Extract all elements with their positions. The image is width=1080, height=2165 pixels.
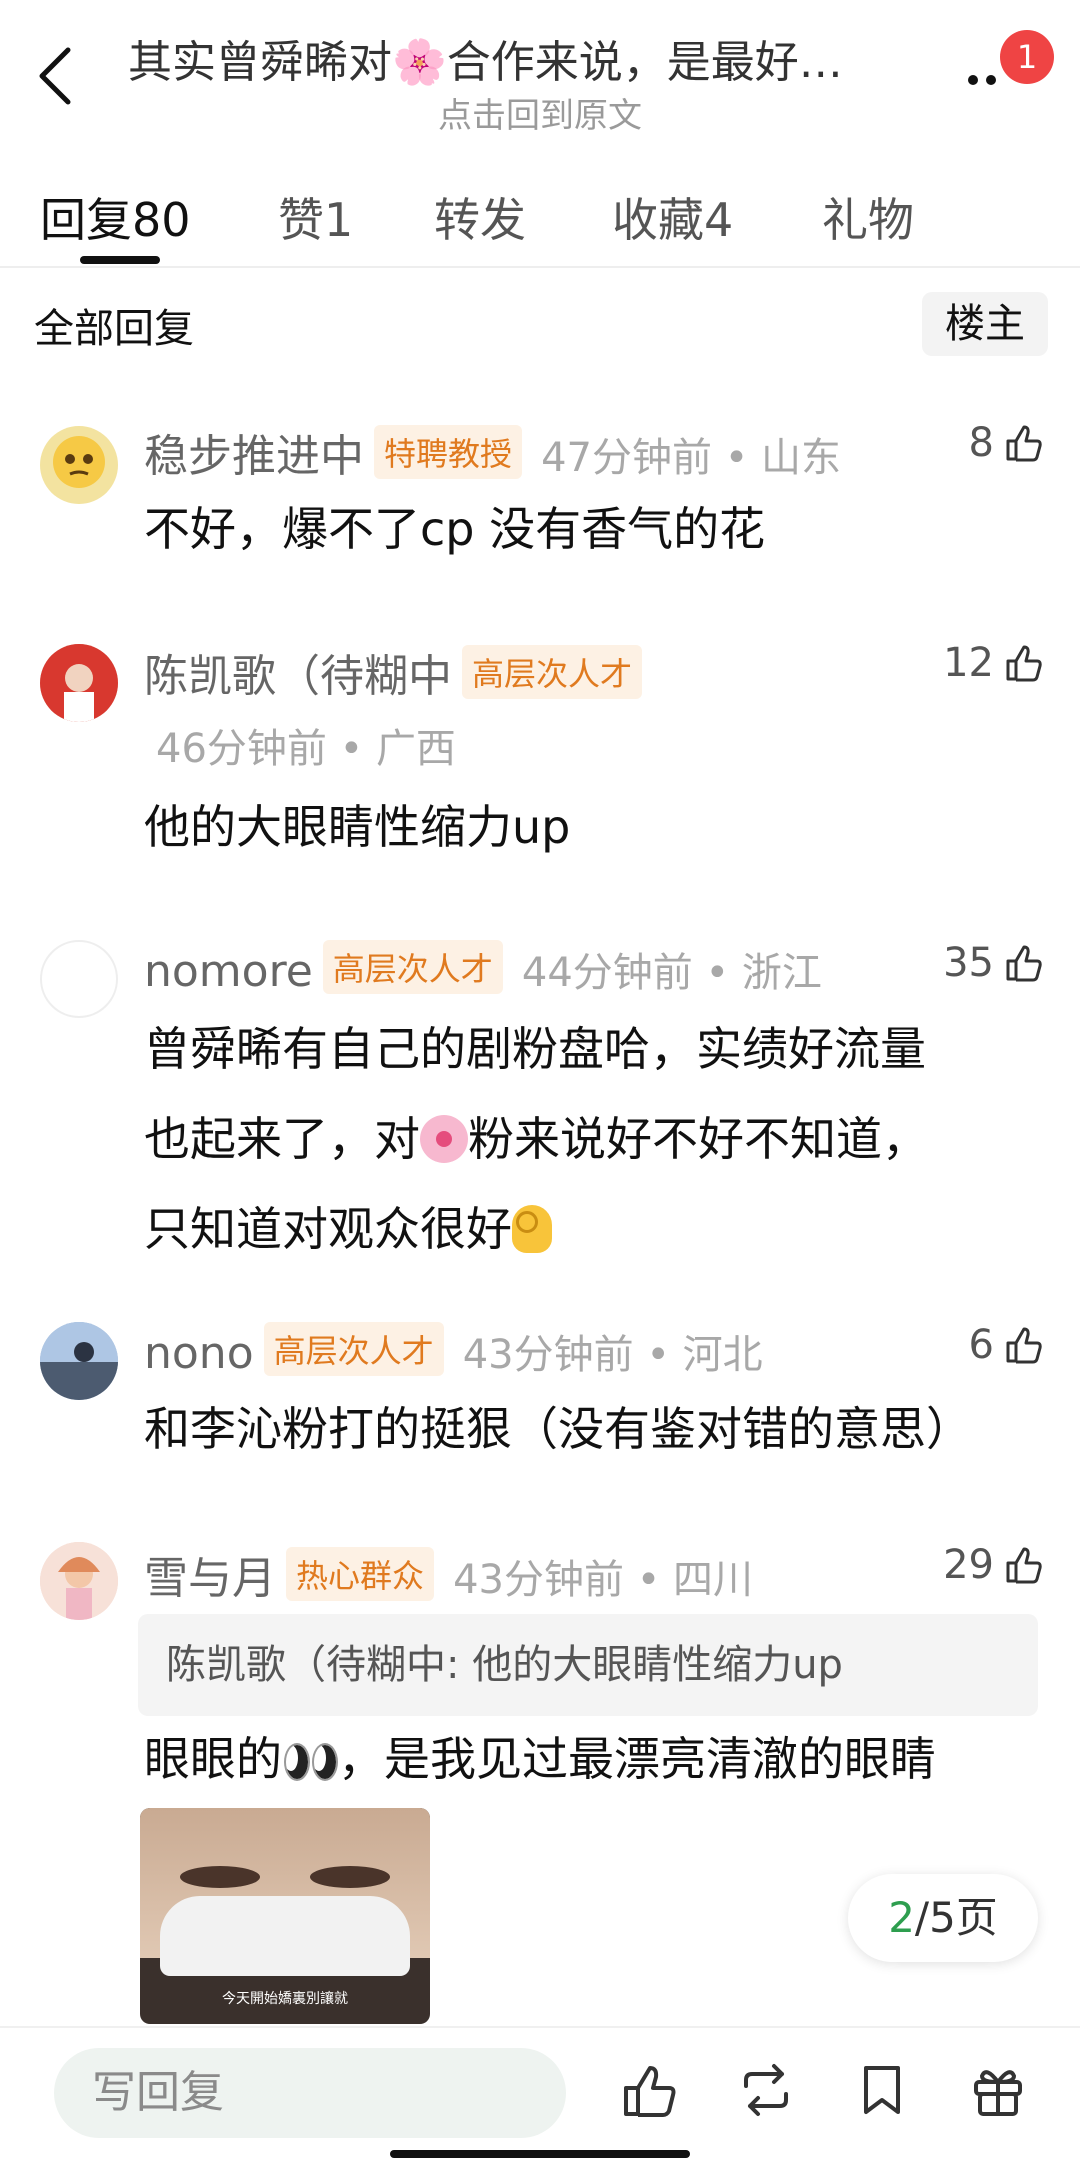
like-count: 6 <box>968 1322 994 1368</box>
tab-gifts[interactable]: 礼物 <box>822 184 914 250</box>
timestamp: 43分钟前 <box>453 1557 625 1603</box>
thumbs-up-icon[interactable] <box>618 2058 682 2122</box>
comment-text-line: 也起来了，对 粉来说好不好不知道， <box>144 1094 1024 1184</box>
avatar[interactable] <box>40 426 118 504</box>
reply-input[interactable]: 写回复 <box>54 2048 566 2138</box>
tab-likes[interactable]: 赞1 <box>278 184 353 250</box>
timestamp: 43分钟前 <box>462 1332 634 1378</box>
thumbs-up-icon <box>1006 1547 1042 1584</box>
user-tag: 特聘教授 <box>374 425 523 479</box>
timestamp: 47分钟前 <box>541 435 713 481</box>
tab-favorites[interactable]: 收藏4 <box>612 184 733 250</box>
like-button[interactable]: 29 <box>943 1542 1046 1588</box>
back-to-original-link[interactable]: 点击回到原文 <box>0 88 1080 137</box>
username[interactable]: 陈凯歌（待糊中 <box>144 651 452 702</box>
comment-text: 和李沁粉打的挺狠（没有鉴对错的意思） <box>144 1402 972 1456</box>
like-count: 35 <box>943 940 994 986</box>
quoted-reply[interactable]: 陈凯歌（待糊中: 他的大眼睛性缩力up <box>138 1614 1038 1716</box>
ok-hand-icon <box>512 1205 552 1253</box>
like-count: 8 <box>968 420 994 466</box>
like-count: 12 <box>943 640 994 686</box>
eyes-icon <box>282 1739 338 1783</box>
current-page: 2 <box>888 1893 915 1942</box>
timestamp: 46分钟前 <box>156 726 327 772</box>
comment-text: 不好，爆不了cp 没有香气的花 <box>144 502 766 556</box>
location: 山东 <box>761 435 842 481</box>
user-tag: 高层次人才 <box>322 940 503 994</box>
text-fragment: 只知道对观众很好 <box>144 1202 512 1256</box>
comment-text: 他的大眼睛性缩力up <box>144 800 571 854</box>
gift-icon[interactable] <box>966 2058 1030 2122</box>
like-button[interactable]: 6 <box>969 1322 1046 1368</box>
user-tag: 热心群众 <box>286 1547 435 1601</box>
username[interactable]: 雪与月 <box>144 1553 276 1604</box>
like-button[interactable]: 8 <box>969 420 1046 466</box>
tab-replies[interactable]: 回复80 <box>40 184 191 250</box>
comment-text-line: 只知道对观众很好 <box>144 1184 1024 1274</box>
tab-bar: 回复80 赞1 转发 收藏4 礼物 <box>0 170 1080 268</box>
avatar[interactable] <box>40 644 118 722</box>
location: 四川 <box>673 1557 754 1603</box>
comment-text-line: 曾舜晞有自己的剧粉盘哈，实绩好流量 <box>144 1022 926 1076</box>
thumbs-up-icon <box>1006 425 1042 462</box>
like-count: 29 <box>943 1542 994 1588</box>
image-eye <box>310 1866 390 1888</box>
page-indicator[interactable]: 2/5页 <box>848 1874 1038 1962</box>
comment-text: 曾舜晞有自己的剧粉盘哈，实绩好流量 也起来了，对 粉来说好不好不知道， 只知道对观… <box>144 1004 1024 1274</box>
home-indicator <box>390 2150 690 2158</box>
avatar[interactable] <box>40 940 118 1018</box>
total-pages: /5页 <box>914 1893 998 1942</box>
location: 浙江 <box>741 950 822 996</box>
more-options-icon[interactable] <box>965 40 1005 100</box>
tab-reposts[interactable]: 转发 <box>434 184 526 250</box>
like-button[interactable]: 12 <box>943 640 1046 686</box>
location: 河北 <box>682 1332 763 1378</box>
repost-icon[interactable] <box>734 2058 798 2122</box>
text-fragment: 粉来说好不好不知道， <box>468 1112 928 1166</box>
image-mask <box>160 1896 410 1976</box>
comment-text: 眼眼的 ，是我见过最漂亮清澈的眼睛 <box>144 1714 1064 1804</box>
avatar[interactable] <box>40 1542 118 1620</box>
top-bar: 其实曾舜晞对🌸合作来说，是最好… 点击回到原文 1 <box>0 0 1080 140</box>
image-eye <box>180 1866 260 1888</box>
thumbs-up-icon <box>1006 645 1042 682</box>
thumbs-up-icon <box>1006 1327 1042 1364</box>
cherry-blossom-icon <box>420 1115 468 1163</box>
section-title: 全部回复 <box>34 306 194 352</box>
timestamp: 44分钟前 <box>521 950 693 996</box>
username[interactable]: nomore <box>144 946 313 997</box>
notification-badge: 1 <box>1000 30 1054 84</box>
user-tag: 高层次人才 <box>263 1322 444 1376</box>
avatar[interactable] <box>40 1322 118 1400</box>
bottom-action-bar: 写回复 <box>0 2026 1080 2165</box>
user-tag: 高层次人才 <box>462 645 643 699</box>
text-fragment: ，是我见过最漂亮清澈的眼睛 <box>338 1732 936 1786</box>
bookmark-icon[interactable] <box>850 2058 914 2122</box>
username[interactable]: 稳步推进中 <box>144 431 364 482</box>
reply-image[interactable]: 今天開始嬌裏別讓就 <box>140 1808 430 2024</box>
image-caption: 今天開始嬌裏別讓就 <box>222 1991 348 2007</box>
text-fragment: 也起来了，对 <box>144 1112 420 1166</box>
location: 广西 <box>375 726 456 772</box>
like-button[interactable]: 35 <box>943 940 1046 986</box>
username[interactable]: nono <box>144 1328 254 1379</box>
active-tab-indicator <box>80 256 160 264</box>
text-fragment: 眼眼的 <box>144 1732 282 1786</box>
owner-filter-button[interactable]: 楼主 <box>922 292 1048 356</box>
thumbs-up-icon <box>1006 945 1042 982</box>
post-title[interactable]: 其实曾舜晞对🌸合作来说，是最好… <box>128 26 918 90</box>
